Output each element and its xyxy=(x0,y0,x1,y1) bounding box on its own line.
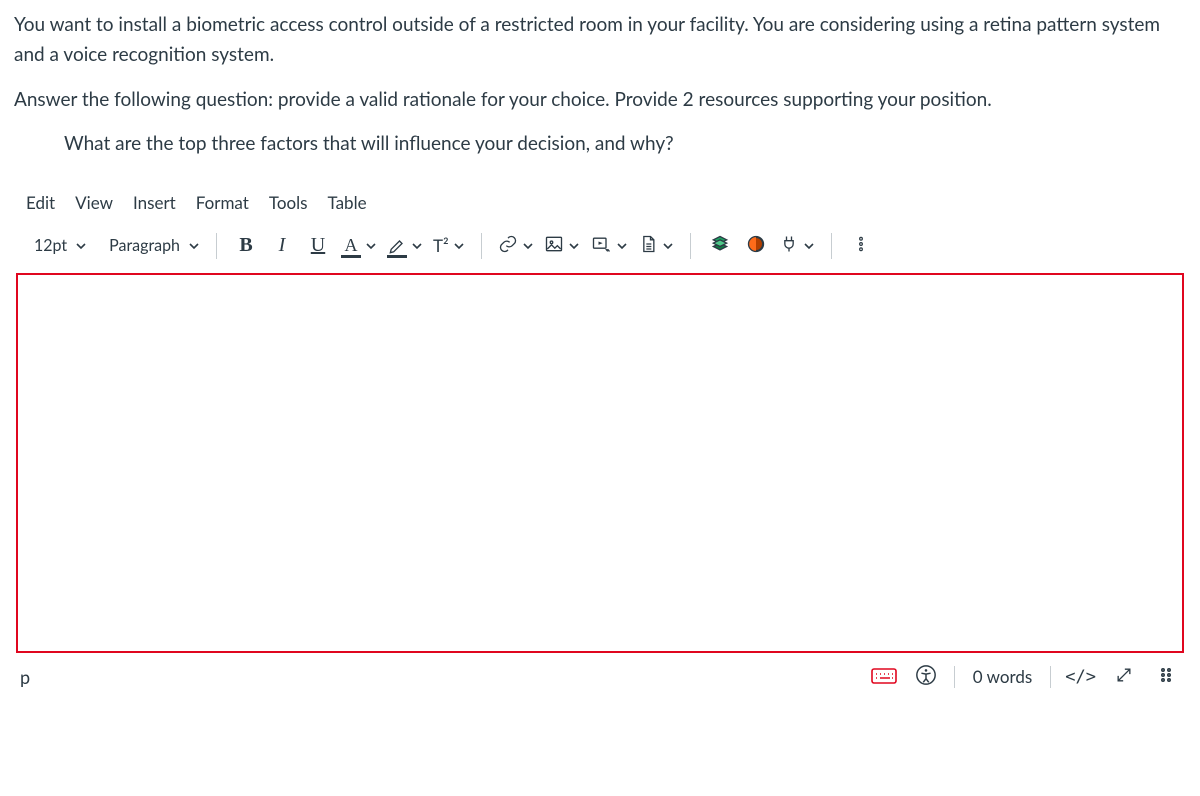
document-button[interactable] xyxy=(634,229,678,263)
more-button[interactable] xyxy=(844,229,878,263)
underline-icon: U xyxy=(311,234,325,257)
kaltura-icon xyxy=(746,234,766,258)
highlight-color-button[interactable] xyxy=(383,229,427,263)
menu-view[interactable]: View xyxy=(75,192,113,213)
apps-button[interactable] xyxy=(775,229,819,263)
menubar: Edit View Insert Format Tools Table xyxy=(14,184,1186,223)
image-icon xyxy=(544,234,564,258)
chevron-down-icon xyxy=(75,240,87,252)
word-count[interactable]: 0 words xyxy=(969,666,1036,687)
link-button[interactable] xyxy=(494,229,538,263)
text-color-icon: A xyxy=(341,235,361,256)
link-icon xyxy=(498,234,518,258)
block-type-label: Paragraph xyxy=(105,236,184,255)
document-icon xyxy=(638,234,658,258)
chevron-down-icon xyxy=(616,240,628,252)
superscript-icon: T² xyxy=(433,235,449,256)
chevron-down-icon xyxy=(365,240,377,252)
chevron-down-icon xyxy=(803,240,815,252)
menu-tools[interactable]: Tools xyxy=(269,192,308,213)
question-paragraph-1: You want to install a biometric access c… xyxy=(14,10,1186,71)
resize-handle[interactable] xyxy=(1152,663,1180,691)
menu-table[interactable]: Table xyxy=(328,192,367,213)
separator xyxy=(216,233,217,259)
keyboard-shortcuts-button[interactable] xyxy=(870,663,898,691)
chevron-down-icon xyxy=(453,240,465,252)
html-view-toggle[interactable]: </> xyxy=(1065,667,1096,687)
bold-icon: B xyxy=(239,234,252,257)
image-button[interactable] xyxy=(540,229,584,263)
separator xyxy=(481,233,482,259)
office-icon xyxy=(710,234,730,258)
more-vertical-icon xyxy=(852,235,870,257)
toolbar: 12pt Paragraph B I U A xyxy=(14,223,1186,273)
chevron-down-icon xyxy=(188,240,200,252)
keyboard-icon xyxy=(871,665,897,689)
italic-icon: I xyxy=(279,234,286,257)
question-paragraph-3: What are the top three factors that will… xyxy=(14,129,1186,159)
plug-icon xyxy=(779,234,799,258)
fullscreen-button[interactable] xyxy=(1110,663,1138,691)
bold-button[interactable]: B xyxy=(229,229,263,263)
separator xyxy=(1050,666,1051,688)
drag-handle-icon xyxy=(1158,667,1174,687)
font-size-select[interactable]: 12pt xyxy=(26,229,91,263)
chevron-down-icon xyxy=(662,240,674,252)
element-path[interactable]: p xyxy=(20,666,870,688)
underline-button[interactable]: U xyxy=(301,229,335,263)
statusbar: p 0 words </> xyxy=(14,653,1186,695)
italic-button[interactable]: I xyxy=(265,229,299,263)
font-size-label: 12pt xyxy=(30,236,71,255)
separator xyxy=(831,233,832,259)
media-icon xyxy=(590,234,612,258)
separator xyxy=(690,233,691,259)
kaltura-plugin-button[interactable] xyxy=(739,229,773,263)
accessibility-icon xyxy=(915,664,937,690)
superscript-button[interactable]: T² xyxy=(429,229,469,263)
question-paragraph-2: Answer the following question: provide a… xyxy=(14,85,1186,115)
rich-content-editor: Edit View Insert Format Tools Table 12pt… xyxy=(14,184,1186,695)
chevron-down-icon xyxy=(522,240,534,252)
highlighter-icon xyxy=(387,236,407,256)
separator xyxy=(954,666,955,688)
office-plugin-button[interactable] xyxy=(703,229,737,263)
menu-edit[interactable]: Edit xyxy=(26,192,55,213)
expand-icon xyxy=(1114,665,1134,689)
text-color-button[interactable]: A xyxy=(337,229,381,263)
editor-textarea[interactable] xyxy=(16,273,1184,653)
media-button[interactable] xyxy=(586,229,632,263)
accessibility-checker-button[interactable] xyxy=(912,663,940,691)
chevron-down-icon xyxy=(568,240,580,252)
chevron-down-icon xyxy=(411,240,423,252)
menu-insert[interactable]: Insert xyxy=(133,192,176,213)
menu-format[interactable]: Format xyxy=(196,192,249,213)
block-type-select[interactable]: Paragraph xyxy=(101,229,204,263)
